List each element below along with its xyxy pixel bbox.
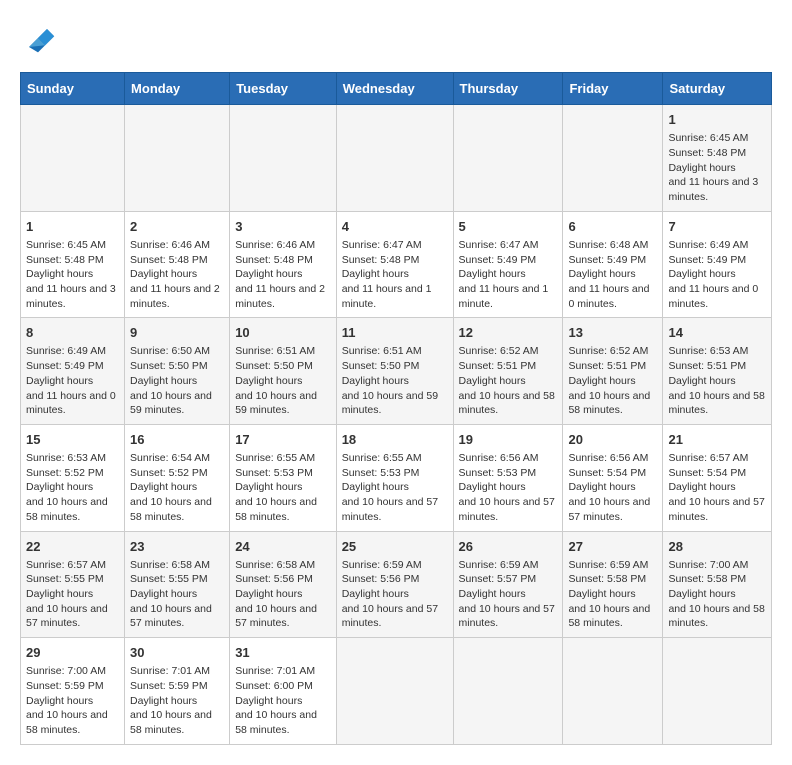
day-cell-10: 10Sunrise: 6:51 AMSunset: 5:50 PMDayligh… — [230, 318, 337, 425]
day-number: 1 — [26, 218, 119, 236]
day-cell-1: 1Sunrise: 6:45 AMSunset: 5:48 PMDaylight… — [21, 211, 125, 318]
day-cell-23: 23Sunrise: 6:58 AMSunset: 5:55 PMDayligh… — [125, 531, 230, 638]
header-tuesday: Tuesday — [230, 73, 337, 105]
day-cell-4: 4Sunrise: 6:47 AMSunset: 5:48 PMDaylight… — [336, 211, 453, 318]
day-cell-11: 11Sunrise: 6:51 AMSunset: 5:50 PMDayligh… — [336, 318, 453, 425]
empty-cell — [336, 638, 453, 745]
calendar-row: 8Sunrise: 6:49 AMSunset: 5:49 PMDaylight… — [21, 318, 772, 425]
day-number: 18 — [342, 431, 448, 449]
logo — [20, 20, 62, 56]
empty-cell — [21, 105, 125, 212]
day-number: 5 — [459, 218, 558, 236]
day-cell-24: 24Sunrise: 6:58 AMSunset: 5:56 PMDayligh… — [230, 531, 337, 638]
day-cell-3: 3Sunrise: 6:46 AMSunset: 5:48 PMDaylight… — [230, 211, 337, 318]
day-cell-28: 28Sunrise: 7:00 AMSunset: 5:58 PMDayligh… — [663, 531, 772, 638]
day-cell-7: 7Sunrise: 6:49 AMSunset: 5:49 PMDaylight… — [663, 211, 772, 318]
header-monday: Monday — [125, 73, 230, 105]
day-number: 6 — [568, 218, 657, 236]
day-number: 28 — [668, 538, 766, 556]
calendar-row: 29Sunrise: 7:00 AMSunset: 5:59 PMDayligh… — [21, 638, 772, 745]
day-number: 1 — [668, 111, 766, 129]
empty-cell — [336, 105, 453, 212]
day-cell-15: 15Sunrise: 6:53 AMSunset: 5:52 PMDayligh… — [21, 424, 125, 531]
day-number: 7 — [668, 218, 766, 236]
logo-icon — [20, 20, 56, 56]
day-number: 30 — [130, 644, 224, 662]
day-cell-25: 25Sunrise: 6:59 AMSunset: 5:56 PMDayligh… — [336, 531, 453, 638]
day-cell-30: 30Sunrise: 7:01 AMSunset: 5:59 PMDayligh… — [125, 638, 230, 745]
header-saturday: Saturday — [663, 73, 772, 105]
day-number: 15 — [26, 431, 119, 449]
day-number: 23 — [130, 538, 224, 556]
day-cell-20: 20Sunrise: 6:56 AMSunset: 5:54 PMDayligh… — [563, 424, 663, 531]
day-cell-18: 18Sunrise: 6:55 AMSunset: 5:53 PMDayligh… — [336, 424, 453, 531]
day-cell-31: 31Sunrise: 7:01 AMSunset: 6:00 PMDayligh… — [230, 638, 337, 745]
empty-cell — [453, 638, 563, 745]
day-number: 10 — [235, 324, 331, 342]
empty-cell — [125, 105, 230, 212]
calendar-header-row: SundayMondayTuesdayWednesdayThursdayFrid… — [21, 73, 772, 105]
day-number: 11 — [342, 324, 448, 342]
day-number: 21 — [668, 431, 766, 449]
day-number: 27 — [568, 538, 657, 556]
day-cell-16: 16Sunrise: 6:54 AMSunset: 5:52 PMDayligh… — [125, 424, 230, 531]
day-number: 25 — [342, 538, 448, 556]
day-number: 20 — [568, 431, 657, 449]
page-header — [20, 20, 772, 56]
day-number: 12 — [459, 324, 558, 342]
day-number: 14 — [668, 324, 766, 342]
day-cell-27: 27Sunrise: 6:59 AMSunset: 5:58 PMDayligh… — [563, 531, 663, 638]
day-cell-21: 21Sunrise: 6:57 AMSunset: 5:54 PMDayligh… — [663, 424, 772, 531]
header-wednesday: Wednesday — [336, 73, 453, 105]
day-cell-9: 9Sunrise: 6:50 AMSunset: 5:50 PMDaylight… — [125, 318, 230, 425]
calendar-row: 15Sunrise: 6:53 AMSunset: 5:52 PMDayligh… — [21, 424, 772, 531]
day-cell-6: 6Sunrise: 6:48 AMSunset: 5:49 PMDaylight… — [563, 211, 663, 318]
day-number: 17 — [235, 431, 331, 449]
empty-cell — [563, 105, 663, 212]
day-number: 3 — [235, 218, 331, 236]
empty-cell — [563, 638, 663, 745]
day-cell-14: 14Sunrise: 6:53 AMSunset: 5:51 PMDayligh… — [663, 318, 772, 425]
day-cell-22: 22Sunrise: 6:57 AMSunset: 5:55 PMDayligh… — [21, 531, 125, 638]
day-cell-8: 8Sunrise: 6:49 AMSunset: 5:49 PMDaylight… — [21, 318, 125, 425]
day-cell-19: 19Sunrise: 6:56 AMSunset: 5:53 PMDayligh… — [453, 424, 563, 531]
day-cell-29: 29Sunrise: 7:00 AMSunset: 5:59 PMDayligh… — [21, 638, 125, 745]
empty-cell — [663, 638, 772, 745]
calendar-table: SundayMondayTuesdayWednesdayThursdayFrid… — [20, 72, 772, 745]
day-number: 29 — [26, 644, 119, 662]
day-number: 4 — [342, 218, 448, 236]
header-thursday: Thursday — [453, 73, 563, 105]
day-cell-12: 12Sunrise: 6:52 AMSunset: 5:51 PMDayligh… — [453, 318, 563, 425]
day-number: 26 — [459, 538, 558, 556]
day-cell-26: 26Sunrise: 6:59 AMSunset: 5:57 PMDayligh… — [453, 531, 563, 638]
header-sunday: Sunday — [21, 73, 125, 105]
day-cell-5: 5Sunrise: 6:47 AMSunset: 5:49 PMDaylight… — [453, 211, 563, 318]
day-cell-17: 17Sunrise: 6:55 AMSunset: 5:53 PMDayligh… — [230, 424, 337, 531]
empty-cell — [230, 105, 337, 212]
calendar-row: 1Sunrise: 6:45 AMSunset: 5:48 PMDaylight… — [21, 211, 772, 318]
day-number: 2 — [130, 218, 224, 236]
calendar-row: 1Sunrise: 6:45 AMSunset: 5:48 PMDaylight… — [21, 105, 772, 212]
day-cell-1: 1Sunrise: 6:45 AMSunset: 5:48 PMDaylight… — [663, 105, 772, 212]
day-number: 24 — [235, 538, 331, 556]
day-number: 9 — [130, 324, 224, 342]
day-number: 13 — [568, 324, 657, 342]
day-cell-13: 13Sunrise: 6:52 AMSunset: 5:51 PMDayligh… — [563, 318, 663, 425]
calendar-row: 22Sunrise: 6:57 AMSunset: 5:55 PMDayligh… — [21, 531, 772, 638]
day-number: 31 — [235, 644, 331, 662]
day-number: 8 — [26, 324, 119, 342]
day-number: 16 — [130, 431, 224, 449]
day-cell-2: 2Sunrise: 6:46 AMSunset: 5:48 PMDaylight… — [125, 211, 230, 318]
day-number: 19 — [459, 431, 558, 449]
empty-cell — [453, 105, 563, 212]
day-number: 22 — [26, 538, 119, 556]
header-friday: Friday — [563, 73, 663, 105]
